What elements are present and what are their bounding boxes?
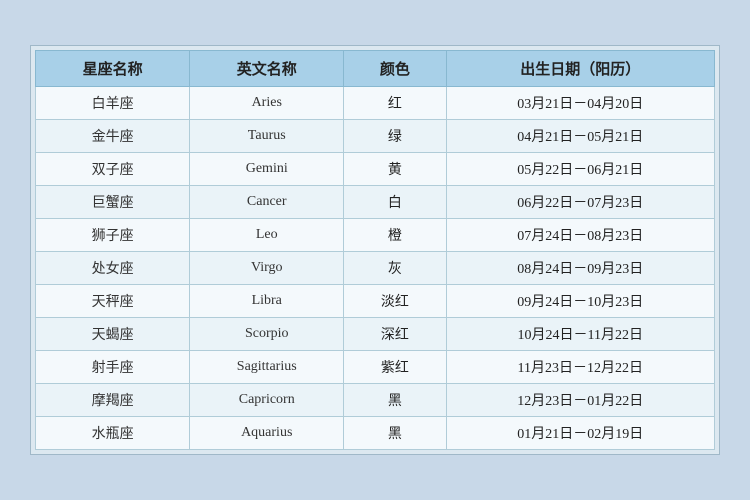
cell-color: 绿: [344, 120, 446, 153]
cell-color: 黄: [344, 153, 446, 186]
cell-dates: 06月22日－07月23日: [446, 186, 714, 219]
cell-dates: 11月23日－12月22日: [446, 351, 714, 384]
table-row: 双子座Gemini黄05月22日－06月21日: [36, 153, 715, 186]
cell-english-name: Aries: [190, 87, 344, 120]
header-color: 颜色: [344, 51, 446, 87]
cell-english-name: Gemini: [190, 153, 344, 186]
cell-chinese-name: 处女座: [36, 252, 190, 285]
cell-english-name: Sagittarius: [190, 351, 344, 384]
cell-dates: 07月24日－08月23日: [446, 219, 714, 252]
table-body: 白羊座Aries红03月21日－04月20日金牛座Taurus绿04月21日－0…: [36, 87, 715, 450]
table-row: 天蝎座Scorpio深红10月24日－11月22日: [36, 318, 715, 351]
cell-english-name: Virgo: [190, 252, 344, 285]
cell-dates: 12月23日－01月22日: [446, 384, 714, 417]
table-row: 天秤座Libra淡红09月24日－10月23日: [36, 285, 715, 318]
table-row: 白羊座Aries红03月21日－04月20日: [36, 87, 715, 120]
cell-english-name: Libra: [190, 285, 344, 318]
cell-chinese-name: 狮子座: [36, 219, 190, 252]
cell-dates: 04月21日－05月21日: [446, 120, 714, 153]
header-dates: 出生日期（阳历）: [446, 51, 714, 87]
table-row: 射手座Sagittarius紫红11月23日－12月22日: [36, 351, 715, 384]
cell-chinese-name: 水瓶座: [36, 417, 190, 450]
zodiac-table: 星座名称 英文名称 颜色 出生日期（阳历） 白羊座Aries红03月21日－04…: [35, 50, 715, 450]
cell-chinese-name: 金牛座: [36, 120, 190, 153]
cell-color: 淡红: [344, 285, 446, 318]
cell-english-name: Leo: [190, 219, 344, 252]
cell-dates: 08月24日－09月23日: [446, 252, 714, 285]
cell-chinese-name: 白羊座: [36, 87, 190, 120]
cell-color: 红: [344, 87, 446, 120]
table-row: 摩羯座Capricorn黑12月23日－01月22日: [36, 384, 715, 417]
cell-chinese-name: 巨蟹座: [36, 186, 190, 219]
table-row: 处女座Virgo灰08月24日－09月23日: [36, 252, 715, 285]
cell-chinese-name: 天秤座: [36, 285, 190, 318]
zodiac-table-container: 星座名称 英文名称 颜色 出生日期（阳历） 白羊座Aries红03月21日－04…: [30, 45, 720, 455]
cell-color: 黑: [344, 384, 446, 417]
cell-color: 紫红: [344, 351, 446, 384]
header-english-name: 英文名称: [190, 51, 344, 87]
cell-chinese-name: 天蝎座: [36, 318, 190, 351]
cell-color: 黑: [344, 417, 446, 450]
cell-dates: 09月24日－10月23日: [446, 285, 714, 318]
cell-english-name: Capricorn: [190, 384, 344, 417]
cell-dates: 03月21日－04月20日: [446, 87, 714, 120]
cell-english-name: Cancer: [190, 186, 344, 219]
header-chinese-name: 星座名称: [36, 51, 190, 87]
cell-color: 橙: [344, 219, 446, 252]
cell-chinese-name: 射手座: [36, 351, 190, 384]
cell-color: 白: [344, 186, 446, 219]
cell-dates: 05月22日－06月21日: [446, 153, 714, 186]
cell-chinese-name: 双子座: [36, 153, 190, 186]
cell-english-name: Scorpio: [190, 318, 344, 351]
table-row: 水瓶座Aquarius黑01月21日－02月19日: [36, 417, 715, 450]
cell-english-name: Aquarius: [190, 417, 344, 450]
cell-color: 深红: [344, 318, 446, 351]
table-row: 金牛座Taurus绿04月21日－05月21日: [36, 120, 715, 153]
table-row: 狮子座Leo橙07月24日－08月23日: [36, 219, 715, 252]
table-header-row: 星座名称 英文名称 颜色 出生日期（阳历）: [36, 51, 715, 87]
table-row: 巨蟹座Cancer白06月22日－07月23日: [36, 186, 715, 219]
cell-english-name: Taurus: [190, 120, 344, 153]
cell-color: 灰: [344, 252, 446, 285]
cell-chinese-name: 摩羯座: [36, 384, 190, 417]
cell-dates: 10月24日－11月22日: [446, 318, 714, 351]
cell-dates: 01月21日－02月19日: [446, 417, 714, 450]
